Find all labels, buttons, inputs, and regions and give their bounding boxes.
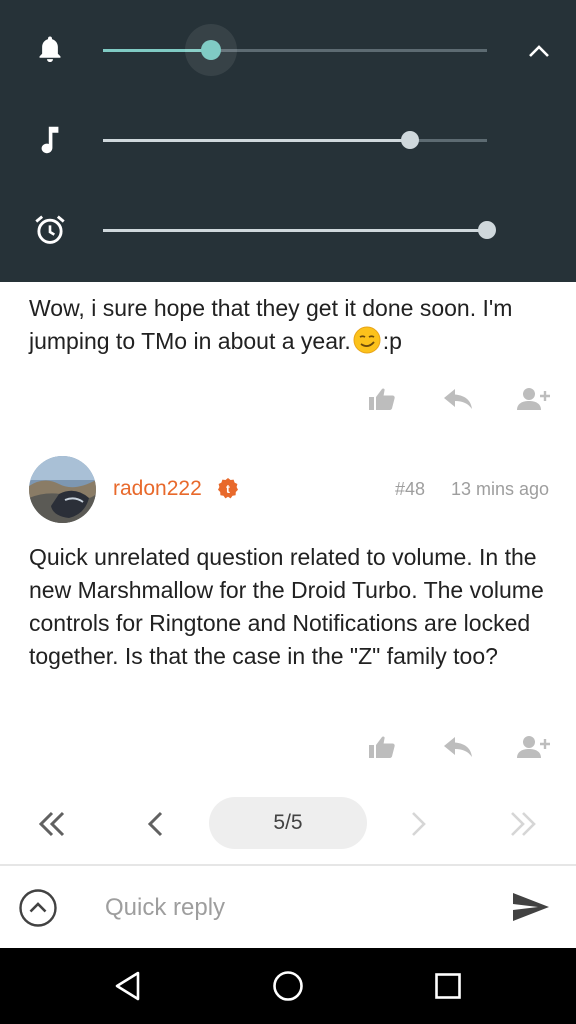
post-text: Quick unrelated question related to volu… <box>29 544 544 669</box>
media-volume-slider[interactable] <box>103 131 487 149</box>
follow-user-icon[interactable] <box>516 384 552 414</box>
reply-icon[interactable] <box>440 732 476 762</box>
follow-user-icon[interactable] <box>516 732 552 762</box>
next-page-icon[interactable] <box>398 804 438 844</box>
navigation-bar <box>0 948 576 1024</box>
like-icon[interactable] <box>364 732 400 762</box>
reply-icon[interactable] <box>440 384 476 414</box>
post-body: Quick unrelated question related to volu… <box>29 541 554 673</box>
last-page-icon[interactable] <box>503 804 543 844</box>
music-note-icon[interactable] <box>30 122 70 158</box>
svg-text:t: t <box>226 482 230 496</box>
quick-reply-bar <box>0 864 576 948</box>
chevron-up-icon[interactable] <box>524 36 554 66</box>
post-text: Wow, i sure hope that they get it done s… <box>29 295 513 354</box>
smirk-emoji-icon <box>352 325 382 355</box>
notification-volume-thumb[interactable] <box>200 40 221 60</box>
volume-panel <box>0 0 576 282</box>
post-timestamp: 13 mins ago <box>450 479 549 499</box>
post-actions <box>350 732 550 762</box>
expand-reply-icon[interactable] <box>18 888 58 928</box>
like-icon[interactable] <box>364 384 400 414</box>
alarm-clock-icon[interactable] <box>30 212 70 248</box>
alarm-volume-row <box>0 200 576 260</box>
notification-volume-row <box>0 20 576 80</box>
media-volume-thumb[interactable] <box>401 131 420 149</box>
pagination: 5/5 <box>0 797 576 851</box>
send-icon[interactable] <box>512 892 552 926</box>
page-indicator[interactable]: 5/5 <box>209 797 367 849</box>
alarm-volume-thumb[interactable] <box>478 221 496 239</box>
media-volume-fill <box>103 139 411 142</box>
quick-reply-input[interactable] <box>105 888 485 928</box>
notification-volume-slider[interactable] <box>103 24 487 76</box>
post-body: Wow, i sure hope that they get it done s… <box>29 292 554 358</box>
bell-icon[interactable] <box>30 32 70 68</box>
media-volume-row <box>0 110 576 170</box>
home-icon[interactable] <box>268 966 308 1006</box>
post-number: #48 <box>395 479 426 499</box>
first-page-icon[interactable] <box>32 804 72 844</box>
recents-icon[interactable] <box>428 966 468 1006</box>
back-icon[interactable] <box>108 966 148 1006</box>
user-badge-icon: t <box>216 477 240 501</box>
previous-page-icon[interactable] <box>136 804 176 844</box>
post-actions <box>350 384 550 414</box>
post-text-suffix: :p <box>382 328 402 354</box>
alarm-volume-fill <box>103 229 487 232</box>
post-header: radon222 t #48 13 mins ago <box>29 456 549 524</box>
avatar[interactable] <box>29 456 96 523</box>
username[interactable]: radon222 <box>113 477 202 501</box>
alarm-volume-slider[interactable] <box>103 221 496 239</box>
